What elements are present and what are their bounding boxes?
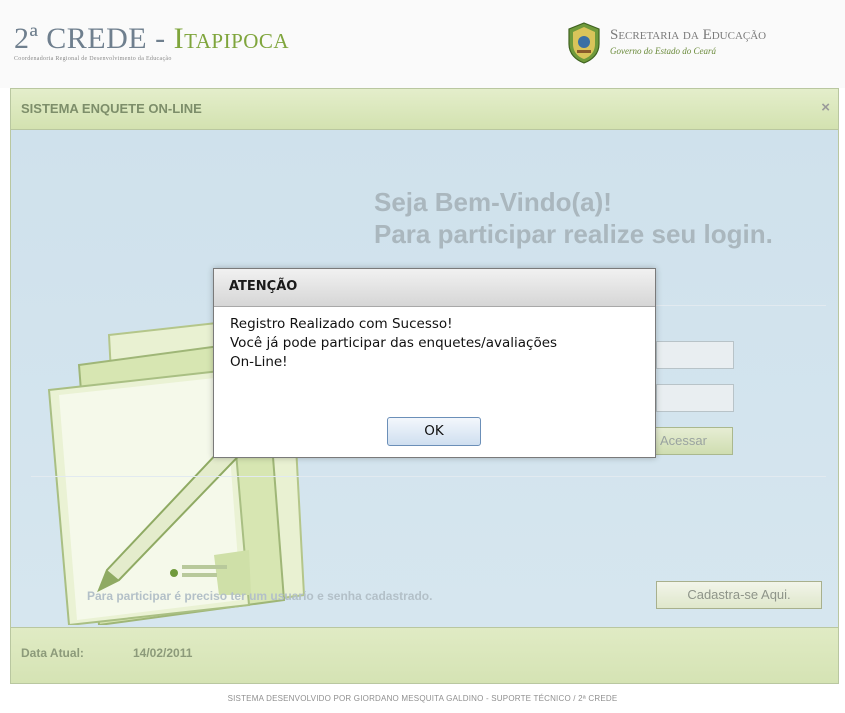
crede-logo-title: 2ª CREDE - Itapipoca (14, 22, 289, 56)
alert-message-line-1: Registro Realizado com Sucesso! (230, 316, 453, 332)
alert-message-line-2: Você já pode participar das enquetes/ava… (230, 335, 558, 351)
date-label: Data Atual: (21, 646, 84, 660)
crede-logo: 2ª CREDE - Itapipoca Coordenadoria Regio… (14, 22, 289, 62)
secretaria-subtitle: Governo do Estado do Ceará (610, 46, 716, 56)
alert-message-line-3: On-Line! (230, 354, 288, 370)
ok-button[interactable]: OK (387, 417, 481, 446)
username-input[interactable] (656, 341, 734, 369)
acessar-button[interactable]: Acessar (651, 427, 733, 455)
crede-logo-city: Itapipoca (173, 22, 290, 55)
ceara-state-seal-icon (568, 22, 600, 64)
credits-text: SISTEMA DESENVOLVIDO POR GIORDANO MESQUI… (227, 694, 618, 703)
alert-dialog: ATENÇÃO Registro Realizado com Sucesso! … (213, 268, 656, 458)
panel-titlebar: SISTEMA ENQUETE ON-LINE × (11, 89, 838, 130)
panel-title: SISTEMA ENQUETE ON-LINE (21, 101, 202, 116)
panel-footer: Data Atual: 14/02/2011 (11, 627, 838, 683)
alert-dialog-message: Registro Realizado com Sucesso! Você já … (230, 315, 557, 372)
divider (31, 476, 826, 477)
password-input[interactable] (656, 384, 734, 412)
alert-dialog-title: ATENÇÃO (229, 279, 298, 294)
registration-hint: Para participar é preciso ter um usuario… (87, 589, 433, 603)
current-date: 14/02/2011 (133, 646, 193, 660)
crede-logo-prefix: 2ª CREDE - (14, 22, 174, 55)
register-button[interactable]: Cadastra-se Aqui. (656, 581, 822, 609)
welcome-message: Seja Bem-Vindo(a)! Para participar reali… (374, 186, 773, 250)
crede-logo-subtitle: Coordenadoria Regional de Desenvolviment… (14, 56, 172, 62)
welcome-line-1: Seja Bem-Vindo(a)! (374, 187, 612, 217)
alert-dialog-header: ATENÇÃO (214, 269, 655, 307)
secretaria-logo: Secretaria da Educação Governo do Estado… (610, 27, 766, 56)
secretaria-title: Secretaria da Educação (610, 27, 767, 43)
page-header: 2ª CREDE - Itapipoca Coordenadoria Regio… (0, 0, 845, 88)
close-icon[interactable]: × (821, 99, 830, 116)
welcome-line-2: Para participar realize seu login. (374, 219, 773, 249)
